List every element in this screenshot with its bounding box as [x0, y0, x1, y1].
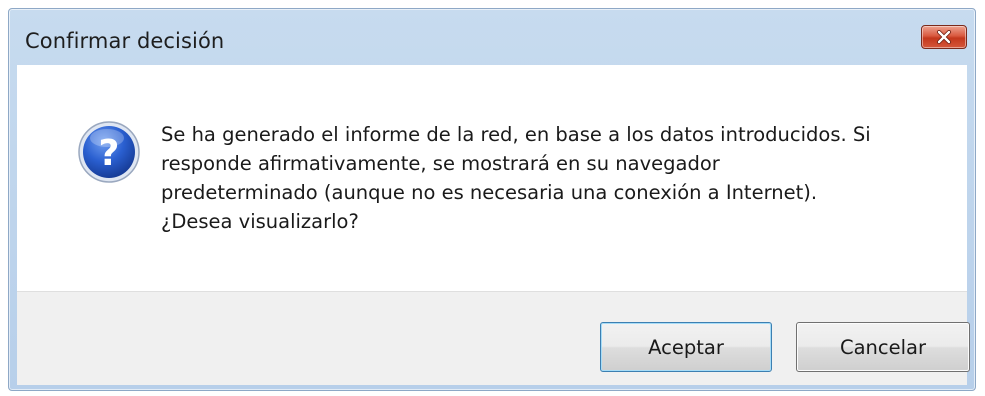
dialog-message: Se ha generado el informe de la red, en …: [161, 120, 931, 236]
dialog-content: ? Se ha generado el informe de la red, e…: [17, 65, 967, 291]
close-button[interactable]: [921, 25, 967, 49]
message-line: responde afirmativamente, se mostrará en…: [161, 152, 720, 175]
message-line: ¿Desea visualizarlo?: [161, 210, 359, 233]
cancel-button[interactable]: Cancelar: [796, 322, 970, 372]
dialog-title: Confirmar decisión: [25, 29, 225, 53]
confirm-dialog: Confirmar decisión ? Se ha generado el i…: [8, 8, 976, 391]
accept-button[interactable]: Aceptar: [600, 322, 772, 372]
message-line: predeterminado (aunque no es necesaria u…: [161, 181, 818, 204]
title-bar[interactable]: Confirmar decisión: [9, 9, 975, 65]
dialog-footer: Aceptar Cancelar: [17, 291, 970, 385]
question-icon: ?: [78, 121, 140, 183]
close-icon: [937, 30, 951, 44]
svg-text:?: ?: [99, 133, 120, 174]
message-line: Se ha generado el informe de la red, en …: [161, 123, 871, 146]
